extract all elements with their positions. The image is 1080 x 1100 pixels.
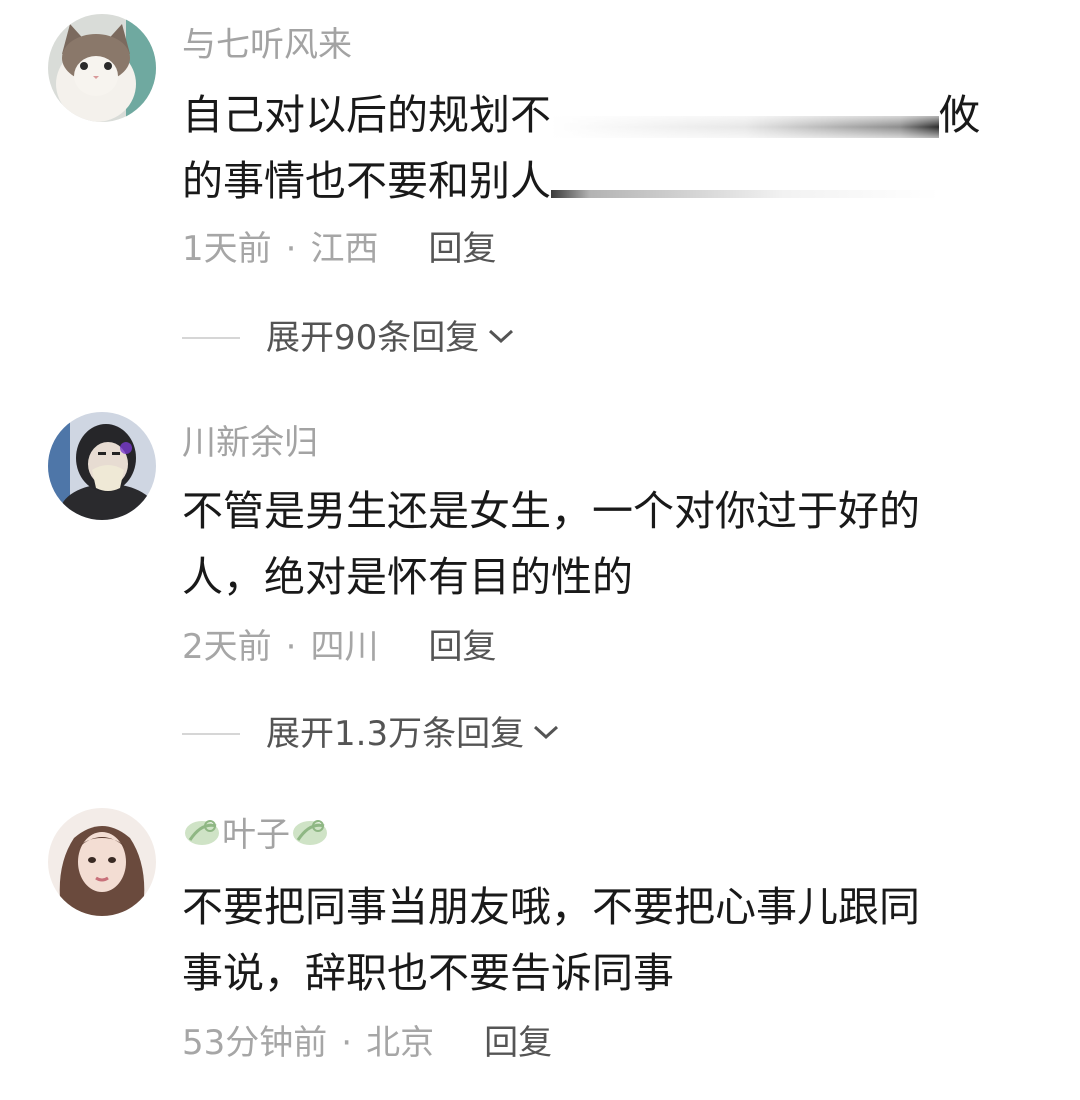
divider [182,337,240,339]
username[interactable]: 川新余归 [182,426,318,460]
timestamp: 53分钟前 [182,1023,328,1063]
woman-avatar [48,808,156,916]
comment-body: 自己对以后的规划不 攸 的事情也不要和别人 [182,82,1012,214]
avatar[interactable] [48,14,156,122]
reply-button[interactable]: 回复 [484,1023,552,1063]
redaction-bar [551,97,939,144]
divider [182,733,240,735]
expand-replies-button[interactable]: 展开1.3万条回复 [182,714,560,754]
comment-item: 与七听风来 自己对以后的规划不 攸 的事情也不要和别人 1天前 · 江西 回复 … [0,0,1080,390]
expand-replies-label: 展开1.3万条回复 [266,714,525,754]
avatar[interactable] [48,412,156,520]
expand-replies-label: 展开90条回复 [266,318,480,358]
location: 北京 [366,1023,435,1063]
username[interactable]: 与七听风来 [182,28,352,62]
chevron-down-icon [532,722,560,746]
cat-avatar [48,14,156,122]
timestamp: 1天前 [182,229,272,269]
chevron-down-icon [487,326,515,350]
comment-text-tail: 攸 [939,91,980,139]
comment-item: 川新余归 不管是男生还是女生，一个对你过于好的 人，绝对是怀有目的性的 2天前 ·… [0,400,1080,780]
comment-text: 自己对以后的规划不 [182,91,551,139]
comment-line: 不要把同事当朋友哦，不要把心事儿跟同 [182,883,920,931]
comment-text: 的事情也不要和别人 [182,157,551,205]
username[interactable]: 叶子 [182,818,330,854]
comment-item: 叶子 不要把同事当朋友哦，不要把心事儿跟同 事说，辞职也不要告诉同事 53分钟前… [0,796,1080,1096]
leaf-badge-icon [290,814,330,854]
expand-replies-button[interactable]: 展开90条回复 [182,318,515,358]
timestamp: 2天前 [182,627,272,667]
comment-line: 的事情也不要和别人 [182,148,1012,214]
comment-meta: 1天前 · 江西 回复 [182,232,496,266]
comment-body: 不要把同事当朋友哦，不要把心事儿跟同 事说，辞职也不要告诉同事 [182,874,1012,1006]
reply-button[interactable]: 回复 [428,627,496,667]
location: 江西 [310,229,379,269]
username-text: 叶子 [222,815,290,855]
location: 四川 [310,627,379,667]
separator: · [285,627,297,667]
comment-line: 不管是男生还是女生，一个对你过于好的 [182,487,920,535]
avatar[interactable] [48,808,156,916]
redaction-bar [551,163,939,198]
comment-line: 事说，辞职也不要告诉同事 [182,949,674,997]
separator: · [285,229,297,269]
comment-line: 人，绝对是怀有目的性的 [182,553,633,601]
comment-body: 不管是男生还是女生，一个对你过于好的 人，绝对是怀有目的性的 [182,478,1012,610]
leaf-badge-icon [182,814,222,854]
reply-button[interactable]: 回复 [428,229,496,269]
comment-meta: 2天前 · 四川 回复 [182,630,496,664]
comment-meta: 53分钟前 · 北京 回复 [182,1026,552,1060]
comment-line: 自己对以后的规划不 攸 [182,82,1012,148]
separator: · [341,1023,353,1063]
masked-person-avatar [48,412,156,520]
